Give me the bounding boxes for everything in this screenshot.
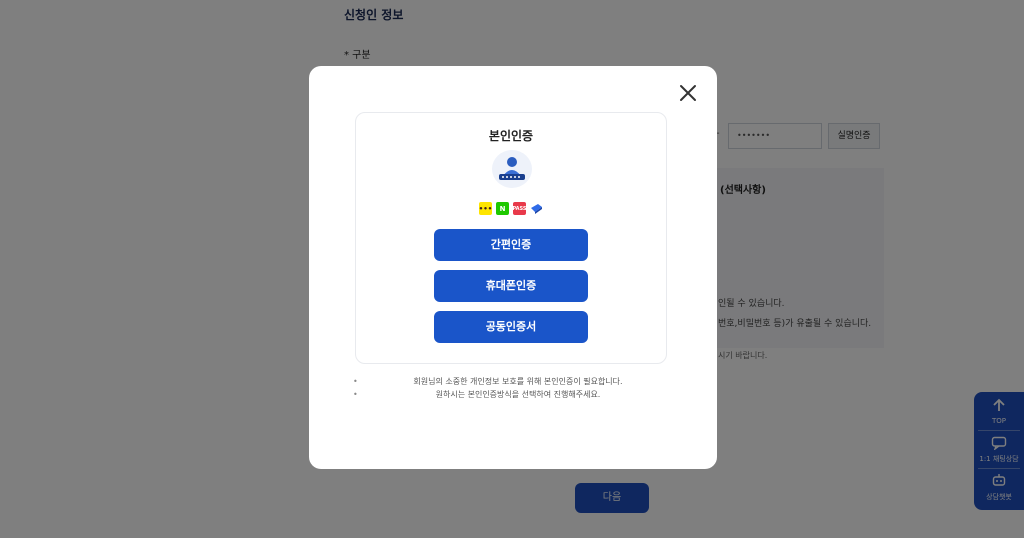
pass-icon: PASS (512, 202, 527, 215)
modal-title: 본인인증 (488, 129, 534, 143)
notice-item: 회원님의 소중한 개인정보 보호를 위해 본인인증이 필요합니다. (353, 375, 683, 388)
toss-icon (530, 202, 543, 215)
identity-verification-modal: 본인인증 ••• N PASS 간편인증 휴대폰인증 공동인증서 • 회원님의 … (309, 66, 717, 469)
close-icon (680, 85, 696, 101)
close-button[interactable] (677, 82, 699, 104)
simple-auth-button[interactable]: 간편인증 (434, 229, 588, 261)
notice-item: 원하시는 본인인증방식을 선택하여 진행해주세요. (353, 388, 683, 401)
provider-logos: ••• N PASS (356, 202, 666, 215)
phone-auth-button[interactable]: 휴대폰인증 (434, 270, 588, 302)
naver-icon: N (496, 202, 509, 215)
user-password-icon (492, 150, 532, 188)
certificate-auth-button[interactable]: 공동인증서 (434, 311, 588, 343)
notice-list: 회원님의 소중한 개인정보 보호를 위해 본인인증이 필요합니다. 원하시는 본… (353, 375, 683, 401)
kakao-icon: ••• (479, 202, 492, 215)
verification-card: 본인인증 ••• N PASS 간편인증 휴대폰인증 공동인증서 (355, 112, 667, 364)
